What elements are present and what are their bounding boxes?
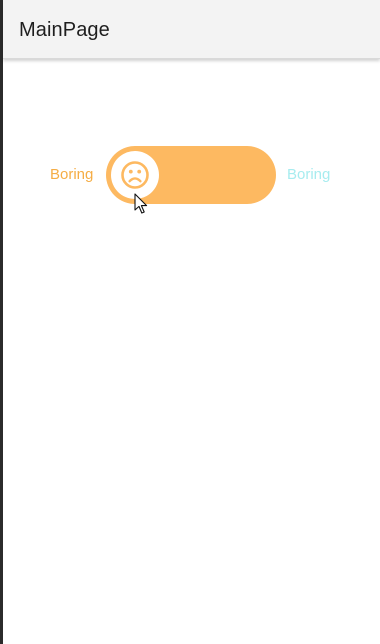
sad-face-icon: [121, 161, 149, 189]
app-window: MainPage Boring Boring: [0, 0, 380, 644]
mood-toggle-switch[interactable]: [106, 146, 276, 204]
right-toggle-label: Boring: [287, 166, 331, 183]
window-edge: [0, 0, 3, 644]
mood-toggle-row: Boring Boring: [3, 146, 380, 204]
left-toggle-label: Boring: [50, 166, 94, 183]
toggle-thumb[interactable]: [111, 151, 159, 199]
page-title: MainPage: [19, 19, 110, 41]
app-bar: MainPage: [3, 0, 380, 59]
